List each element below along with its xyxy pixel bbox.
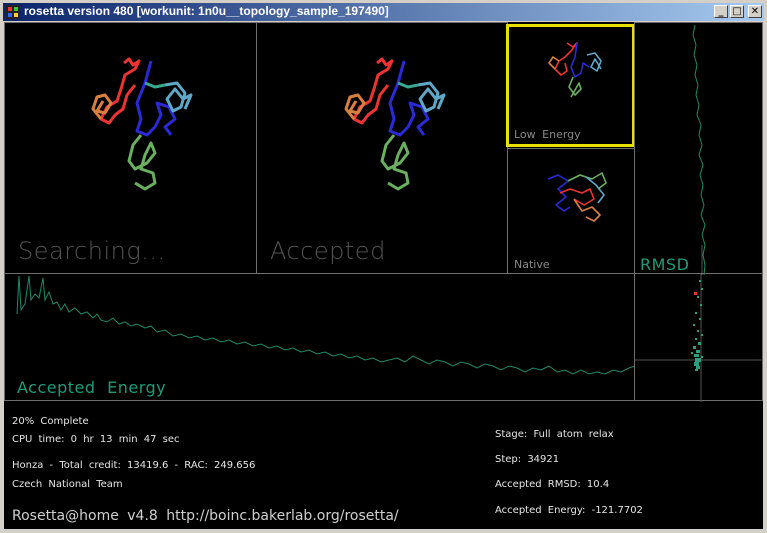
accepted-energy-label: Accepted Energy [17,378,167,397]
rmsd-label: RMSD [640,255,690,274]
team-text: Czech National Team [12,479,123,490]
footer-url-text: Rosetta@home v4.8 http://boinc.bakerlab.… [12,508,399,524]
searching-panel: Searching... [4,22,257,274]
accepted-panel: Accepted [256,22,508,274]
step-text: Step: 34921 [495,454,560,465]
cpu-time-text: CPU time: 0 hr 13 min 47 sec [12,434,180,445]
native-label: Native [514,258,550,271]
percent-complete-text: 20% Complete [12,416,89,427]
accepted-rmsd-text: Accepted RMSD: 10.4 [495,479,610,490]
accepted-energy-text: Accepted Energy: -121.7702 [495,505,643,516]
credit-text: Honza - Total credit: 13419.6 - RAC: 249… [12,460,256,471]
native-panel: Native [507,148,635,274]
close-button[interactable]: ✕ [748,5,762,18]
graphics-area: Searching... Accepted Low Energy Native … [4,22,763,529]
low-energy-protein-structure [548,42,602,98]
native-protein-structure [547,172,607,222]
maximize-button[interactable]: □ [730,5,744,18]
minimize-button[interactable]: _ [714,5,728,18]
low-energy-label: Low Energy [514,128,581,141]
stage-text: Stage: Full atom relax [495,429,614,440]
rosetta-app-icon [6,5,20,19]
accepted-label: Accepted [270,237,386,265]
window-title: rosetta version 480 [workunit: 1n0u__top… [24,4,389,18]
title-bar[interactable]: rosetta version 480 [workunit: 1n0u__top… [3,3,764,21]
rmsd-trace-panel: RMSD [634,22,763,276]
accepted-energy-panel: Accepted Energy [4,273,636,401]
rmsd-trace-line [692,24,706,276]
rmsd-energy-scatter [635,274,763,402]
rmsd-energy-scatter-panel [634,273,763,402]
searching-label: Searching... [18,237,166,265]
rosetta-window: rosetta version 480 [workunit: 1n0u__top… [0,0,767,533]
low-energy-panel[interactable]: Low Energy [506,24,635,147]
